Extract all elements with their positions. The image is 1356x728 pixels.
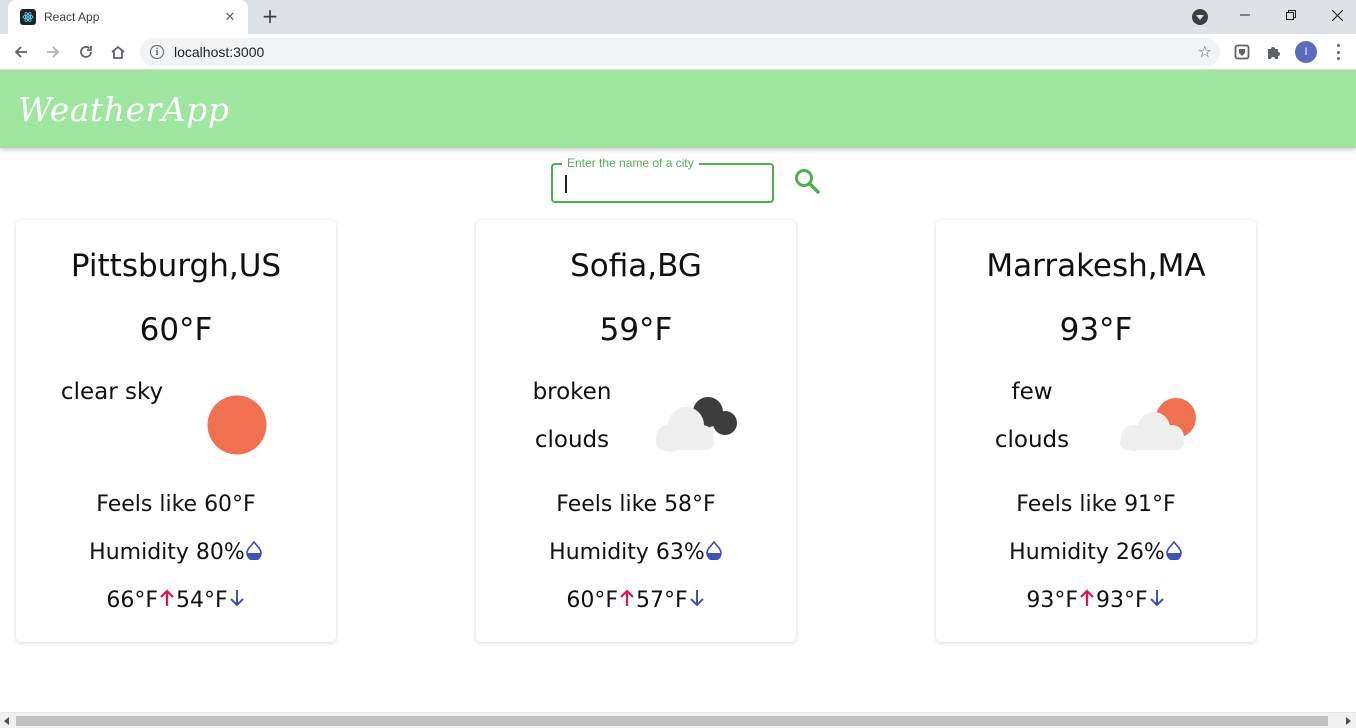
feels-like: Feels like 91°F [1016, 492, 1176, 517]
min-max-row: 60°F 57°F [476, 588, 796, 614]
arrow-down-icon [688, 588, 706, 614]
text-caret [565, 175, 567, 193]
feels-like: Feels like 60°F [96, 492, 256, 517]
humidity-row: Humidity 26% [936, 540, 1256, 566]
temperature: 59°F [599, 312, 673, 348]
browser-toolbar: i localhost:3000 ☆ [0, 34, 1356, 70]
water-drop-icon [1165, 540, 1183, 566]
extensions-puzzle-icon[interactable] [1264, 42, 1284, 62]
scroll-right-icon[interactable] [1346, 717, 1351, 725]
min-temp: 57°F [636, 588, 688, 613]
max-temp: 60°F [566, 588, 618, 613]
profile-avatar[interactable]: I [1295, 41, 1317, 63]
city-name: Sofia,BG [570, 248, 702, 284]
browser-tab-bar: React App ✕ + [0, 0, 1356, 34]
min-max-row: 66°F 54°F [16, 588, 336, 614]
tab-search-icon[interactable] [1192, 9, 1208, 25]
temperature: 60°F [139, 312, 213, 348]
feels-like: Feels like 58°F [556, 492, 716, 517]
reload-button[interactable] [72, 38, 100, 66]
restore-button[interactable] [1268, 0, 1314, 30]
search-button[interactable] [792, 168, 822, 198]
water-drop-icon [245, 540, 263, 566]
app-header: WeatherApp [0, 70, 1356, 148]
weather-description-line: clouds [994, 427, 1070, 453]
water-drop-icon [705, 540, 723, 566]
city-name: Marrakesh,MA [986, 248, 1206, 284]
few-clouds-icon [1114, 392, 1204, 458]
app-title: WeatherApp [18, 90, 230, 129]
forward-button[interactable] [39, 38, 67, 66]
arrow-down-icon [1148, 588, 1166, 614]
city-search-input[interactable] [563, 173, 763, 195]
city-search-field[interactable]: Enter the name of a city [551, 156, 774, 203]
browser-menu-icon[interactable] [1332, 44, 1344, 60]
weather-description-line: broken [532, 379, 612, 405]
weather-card: Sofia,BG 59°F broken clouds Feels like 5… [476, 220, 796, 642]
weather-description: clear sky [60, 379, 164, 405]
site-info-icon[interactable]: i [150, 45, 164, 59]
weather-description-line: clouds [534, 427, 610, 453]
react-logo-icon [20, 9, 36, 25]
browser-tab[interactable]: React App ✕ [8, 0, 248, 34]
min-max-row: 93°F 93°F [936, 588, 1256, 614]
scroll-left-icon[interactable] [4, 717, 9, 725]
weather-card: Marrakesh,MA 93°F few clouds Feels like … [936, 220, 1256, 642]
max-temp: 66°F [106, 588, 158, 613]
weather-description-line: few [1011, 379, 1053, 405]
scrollbar-thumb[interactable] [16, 716, 1328, 726]
weather-description: few clouds [957, 368, 1107, 464]
weather-description: broken clouds [497, 368, 647, 464]
home-button[interactable] [104, 38, 132, 66]
city-name: Pittsburgh,US [70, 248, 282, 284]
min-temp: 54°F [176, 588, 228, 613]
arrow-down-icon [228, 588, 246, 614]
temperature: 93°F [1059, 312, 1133, 348]
clear-sky-icon [206, 394, 268, 460]
min-temp: 93°F [1096, 588, 1148, 613]
extension-shield-icon[interactable] [1232, 42, 1252, 62]
minimize-button[interactable] [1222, 0, 1268, 30]
humidity-row: Humidity 80% [16, 540, 336, 566]
arrow-up-icon [1078, 588, 1096, 614]
url-text: localhost:3000 [174, 44, 265, 60]
weather-card: Pittsburgh,US 60°F clear sky Feels like … [16, 220, 336, 642]
horizontal-scrollbar[interactable] [0, 712, 1356, 728]
humidity-row: Humidity 63% [476, 540, 796, 566]
search-icon [793, 167, 821, 199]
arrow-up-icon [618, 588, 636, 614]
max-temp: 93°F [1026, 588, 1078, 613]
tab-close-icon[interactable]: ✕ [218, 10, 242, 25]
humidity-text: Humidity 26% [1009, 540, 1165, 565]
close-window-button[interactable] [1314, 0, 1356, 30]
bookmark-star-icon[interactable]: ☆ [1198, 42, 1212, 61]
new-tab-button[interactable]: + [258, 5, 282, 29]
back-button[interactable] [7, 38, 35, 66]
arrow-up-icon [158, 588, 176, 614]
tab-title: React App [44, 10, 100, 24]
humidity-text: Humidity 63% [549, 540, 705, 565]
city-search-label: Enter the name of a city [562, 156, 699, 170]
address-bar[interactable]: i localhost:3000 ☆ [140, 38, 1220, 66]
humidity-text: Humidity 80% [89, 540, 245, 565]
broken-clouds-icon [652, 392, 742, 458]
